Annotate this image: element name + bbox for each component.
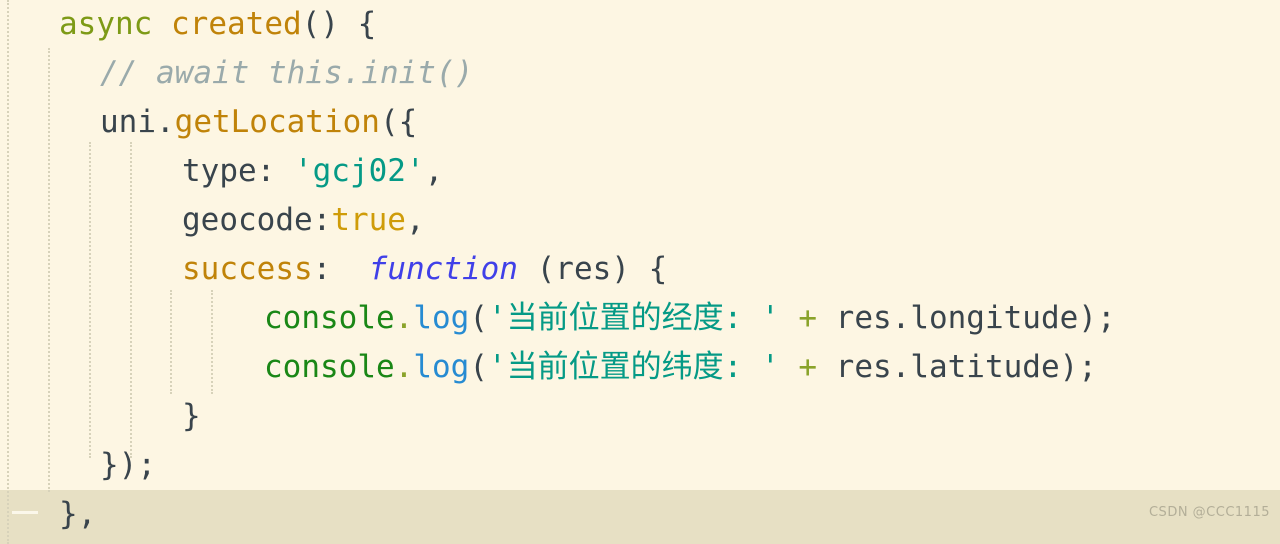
code-token: true bbox=[331, 202, 406, 238]
code-token: ( bbox=[469, 349, 488, 385]
code-line[interactable]: }); bbox=[0, 441, 1280, 490]
code-token: success bbox=[182, 251, 313, 287]
code-token: geocode: bbox=[182, 202, 332, 238]
code-token: async bbox=[59, 6, 153, 42]
code-token: // await this.init() bbox=[100, 55, 474, 91]
code-token: res.longitude); bbox=[817, 300, 1116, 336]
code-token: + bbox=[798, 300, 817, 336]
code-token: log bbox=[413, 349, 470, 385]
code-token: uni. bbox=[100, 104, 175, 140]
code-token: : bbox=[312, 251, 369, 287]
code-token: . bbox=[394, 349, 414, 385]
code-line[interactable]: } bbox=[0, 392, 1280, 441]
code-token: created bbox=[171, 6, 302, 42]
code-token: log bbox=[413, 300, 470, 336]
code-line[interactable]: success: function (res) { bbox=[0, 245, 1280, 294]
code-token: function bbox=[368, 251, 518, 287]
code-line[interactable]: async created() { bbox=[0, 0, 1280, 49]
code-token: , bbox=[405, 202, 425, 238]
code-token: }, bbox=[59, 496, 97, 532]
code-token: }); bbox=[100, 447, 156, 483]
code-token: } bbox=[182, 398, 201, 434]
code-line[interactable]: geocode:true, bbox=[0, 196, 1280, 245]
code-token: getLocation bbox=[174, 104, 380, 140]
code-token: res.latitude); bbox=[817, 349, 1097, 385]
code-line[interactable]: console.log('当前位置的经度: ' + res.longitude)… bbox=[0, 294, 1280, 343]
code-editor-viewport[interactable]: async created() { // await this.init() uni… bbox=[0, 0, 1280, 544]
code-token: ({ bbox=[379, 104, 418, 140]
code-token: . bbox=[394, 300, 414, 336]
code-line[interactable]: // await this.init() bbox=[0, 49, 1280, 98]
code-token: ( bbox=[469, 300, 488, 336]
code-token: 'gcj02' bbox=[293, 153, 425, 189]
code-token: type: bbox=[182, 153, 294, 189]
code-line[interactable]: console.log('当前位置的纬度: ' + res.latitude); bbox=[0, 343, 1280, 392]
code-token: (res) { bbox=[517, 251, 668, 287]
code-token: , bbox=[424, 153, 444, 189]
csdn-watermark: CSDN @CCC1115 bbox=[1148, 505, 1270, 520]
code-token: '当前位置的纬度: ' bbox=[488, 349, 780, 385]
code-token: () { bbox=[301, 6, 377, 42]
code-line[interactable]: uni.getLocation({ bbox=[0, 98, 1280, 147]
code-token: + bbox=[798, 349, 817, 385]
code-token: console bbox=[264, 349, 395, 385]
code-line[interactable]: type: 'gcj02', bbox=[0, 147, 1280, 196]
code-line[interactable]: }, bbox=[0, 490, 1280, 539]
code-token: console bbox=[264, 300, 395, 336]
code-token: '当前位置的经度: ' bbox=[488, 300, 780, 336]
